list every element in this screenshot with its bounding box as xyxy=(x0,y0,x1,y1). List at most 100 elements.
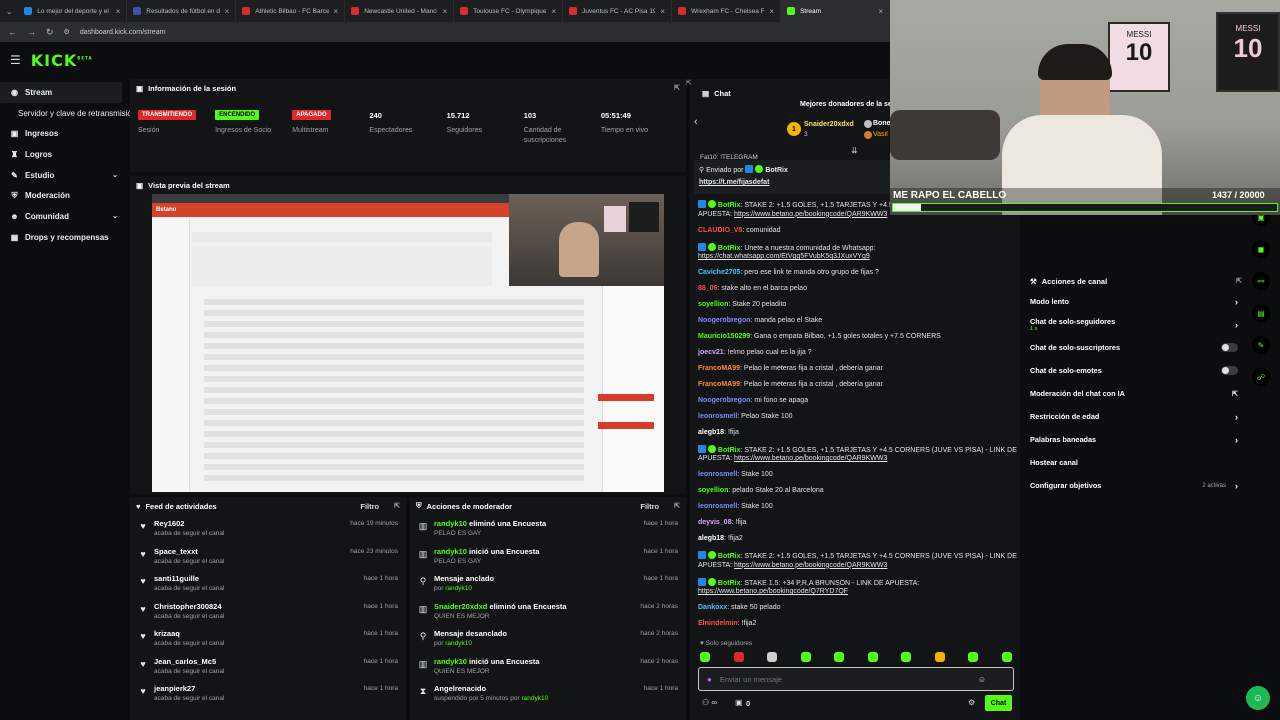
popout-icon[interactable]: ⇱ xyxy=(394,502,400,510)
send-chat-button[interactable]: Chat xyxy=(985,695,1012,711)
chevron-down-icon[interactable]: ⌄ xyxy=(112,212,118,220)
activity-filter-button[interactable]: Filtro xyxy=(360,502,379,511)
share-icon[interactable]: ☍ xyxy=(1252,368,1270,386)
channel-action-row[interactable]: Chat de solo-emotes xyxy=(1024,359,1248,382)
mic-icon[interactable]: ● xyxy=(707,675,712,684)
emote-icon[interactable] xyxy=(800,652,811,662)
back-icon[interactable]: ← xyxy=(8,27,17,37)
chat-link[interactable]: https://www.betano.pe/bookingcode/QAR9KW… xyxy=(734,562,887,569)
donor-3-name[interactable]: Vasil xyxy=(873,131,890,138)
pinned-link[interactable]: https://t.me/fijasdefat xyxy=(699,179,885,186)
browser-tab[interactable]: Athletic Bilbao - FC Barcelona × xyxy=(236,0,346,22)
site-info-icon[interactable]: ⚙ xyxy=(64,28,70,36)
mod-actor[interactable]: randyk10 xyxy=(445,585,472,592)
toggle-switch[interactable] xyxy=(1221,343,1238,352)
chat-username[interactable]: leonrosmell xyxy=(698,471,737,478)
emote-icon[interactable] xyxy=(934,652,945,662)
chat-username[interactable]: soyellion xyxy=(698,301,728,308)
donor-2-name[interactable]: Bones xyxy=(873,120,890,127)
close-icon[interactable]: × xyxy=(878,7,883,16)
browser-tab[interactable]: Newcastle United - Manchester × xyxy=(345,0,455,22)
close-icon[interactable]: × xyxy=(769,7,774,16)
forward-icon[interactable]: → xyxy=(27,27,36,37)
chevron-right-icon[interactable]: › xyxy=(1235,435,1238,445)
emote-icon[interactable] xyxy=(867,652,878,662)
poll-icon[interactable]: ⚯ xyxy=(1252,272,1270,290)
activity-user[interactable]: Jean_carlos_Mc5 xyxy=(154,657,224,666)
close-icon[interactable]: × xyxy=(551,7,556,16)
mod-actor[interactable]: randyk10 xyxy=(445,640,472,647)
sidebar-item[interactable]: Servidor y clave de retransmisión xyxy=(0,103,136,124)
chevron-right-icon[interactable]: › xyxy=(1235,412,1238,422)
chevron-down-icon[interactable]: ⌄ xyxy=(112,171,118,179)
close-icon[interactable]: × xyxy=(334,7,339,16)
close-icon[interactable]: × xyxy=(660,7,665,16)
mod-actor[interactable]: randyk10 xyxy=(434,657,467,666)
chat-username[interactable]: FrancoMA99 xyxy=(698,381,740,388)
chat-username[interactable]: Mauricio150299 xyxy=(698,333,750,340)
stream-preview-video[interactable]: Betano xyxy=(152,194,664,492)
emote-icon[interactable] xyxy=(834,652,845,662)
popout-icon[interactable]: ⇱ xyxy=(1236,277,1242,285)
emote-icon[interactable] xyxy=(901,652,912,662)
mod-actor[interactable]: randyk10 xyxy=(521,695,548,702)
chat-username[interactable]: leonrosmell xyxy=(698,503,737,510)
chevron-right-icon[interactable]: › xyxy=(1235,320,1238,330)
popout-icon[interactable]: ⇱ xyxy=(686,79,692,87)
popout-icon[interactable]: ⇱ xyxy=(674,502,680,510)
browser-tab[interactable]: Wrexham FC - Chelsea FC Cuot × xyxy=(672,0,782,22)
menu-icon[interactable]: ☰ xyxy=(10,53,21,67)
chat-link[interactable]: https://chat.whatsapp.com/EtVgg5FVubK5q3… xyxy=(698,253,870,260)
mod-filter-button[interactable]: Filtro xyxy=(640,502,659,511)
browser-tab[interactable]: Juventus FC - AC Pisa 1909 Cuo × xyxy=(563,0,673,22)
chat-username[interactable]: Caviche2705 xyxy=(698,269,740,276)
mod-actor[interactable]: randyk10 xyxy=(434,519,467,528)
emote-icon[interactable] xyxy=(968,652,979,662)
emote-icon[interactable] xyxy=(1001,652,1012,662)
sidebar-item[interactable]: ✎ Estudio ⌄ xyxy=(0,165,128,186)
chat-username[interactable]: FrancoMA99 xyxy=(698,365,740,372)
chat-link[interactable]: https://www.betano.pe/bookingcode/QAR9KW… xyxy=(734,211,887,218)
activity-user[interactable]: Space_texxt xyxy=(154,547,224,556)
chat-username[interactable]: 88_06 xyxy=(698,285,717,292)
chat-username[interactable]: Noogerobregon xyxy=(698,397,751,404)
channel-action-row[interactable]: Restricción de edad › xyxy=(1024,405,1248,428)
channel-action-row[interactable]: Configurar objetivos › 2 activas xyxy=(1024,474,1248,497)
activity-user[interactable]: krizaaq xyxy=(154,629,224,638)
emote-icon[interactable] xyxy=(733,652,744,662)
channel-action-row[interactable]: Hostear canal xyxy=(1024,451,1248,474)
address-bar[interactable]: ← → ↻ ⚙ dashboard.kick.com/stream xyxy=(0,22,890,42)
gear-icon[interactable]: ⚙ xyxy=(968,698,975,707)
emote-icon[interactable] xyxy=(700,652,710,662)
sidebar-item[interactable]: ▣ Ingresos xyxy=(0,123,128,144)
activity-user[interactable]: Rey1602 xyxy=(154,519,224,528)
chat-username[interactable]: BotRix xyxy=(718,553,741,560)
emoji-icon[interactable]: ☺ xyxy=(978,675,986,684)
reload-icon[interactable]: ↻ xyxy=(46,27,54,38)
mod-actor[interactable]: Snaider20xdxd xyxy=(434,602,487,611)
browser-tab[interactable]: Toulouse FC - Olympique Marse × xyxy=(454,0,564,22)
kick-logo[interactable]: KICKBETA xyxy=(31,51,93,70)
chat-username[interactable]: deyvis_08 xyxy=(698,519,731,526)
close-icon[interactable]: × xyxy=(225,7,230,16)
chat-username[interactable]: Dankoxx xyxy=(698,604,727,611)
channel-action-row[interactable]: Modo lento › xyxy=(1024,290,1248,313)
sidebar-item[interactable]: ⛨ Moderación xyxy=(0,185,128,206)
chat-link[interactable]: https://www.betano.pe/bookingcode/QAR9KW… xyxy=(734,455,887,462)
chat-username[interactable]: CLAUDIO_V8 xyxy=(698,227,742,234)
chat-username[interactable]: BotRix xyxy=(718,245,741,252)
top-donor-name[interactable]: Snaider20xdxd xyxy=(804,121,854,128)
sidebar-item[interactable]: ☻ Comunidad ⌄ xyxy=(0,206,128,227)
activity-user[interactable]: jeanpierk27 xyxy=(154,684,224,693)
chevron-right-icon[interactable]: › xyxy=(1235,297,1238,307)
chat-username[interactable]: soyellion xyxy=(698,487,728,494)
activity-user[interactable]: Christopher300824 xyxy=(154,602,224,611)
chat-username[interactable]: Noogerobregon xyxy=(698,317,751,324)
wrench-icon[interactable]: ✎ xyxy=(1252,336,1270,354)
external-link-icon[interactable]: ⇱ xyxy=(1232,390,1238,398)
chat-username[interactable]: alegb18 xyxy=(698,429,724,436)
chat-username[interactable]: BotRix xyxy=(718,580,741,587)
chat-username[interactable]: alegb18 xyxy=(698,535,724,542)
channel-action-row[interactable]: Chat de solo-suscriptores xyxy=(1024,336,1248,359)
channel-action-row[interactable]: Palabras baneadas › xyxy=(1024,428,1248,451)
